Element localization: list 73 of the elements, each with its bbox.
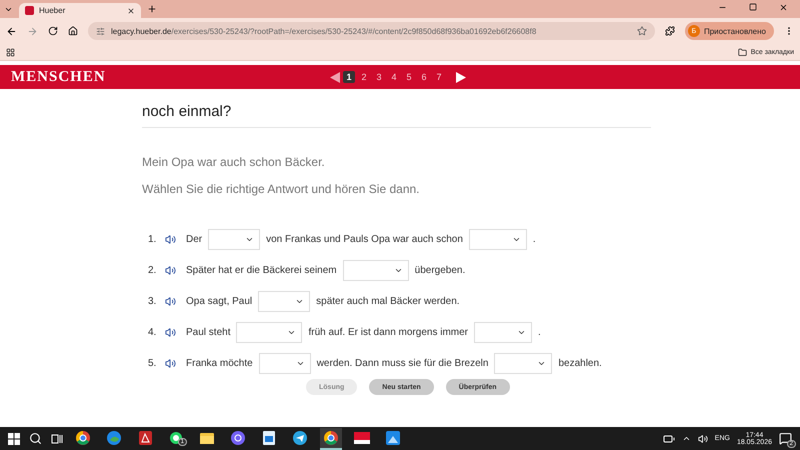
logo: MENSCHEN xyxy=(11,68,106,86)
site-icon xyxy=(25,6,34,15)
item-number: 5. xyxy=(148,358,158,369)
chevron-down-icon xyxy=(245,235,254,244)
sentence-text: Der xyxy=(186,234,202,245)
audio-icon[interactable] xyxy=(165,358,176,369)
sentence-text: . xyxy=(538,327,541,338)
sentence-text: früh auf. Er ist dann morgens immer xyxy=(308,327,468,338)
item-number: 4. xyxy=(148,327,158,338)
paper-plane-icon[interactable] xyxy=(293,430,307,444)
folder-icon xyxy=(738,48,747,56)
bookmark-star-icon[interactable] xyxy=(636,26,647,36)
next-icon[interactable] xyxy=(456,72,466,82)
apps-icon[interactable] xyxy=(6,48,15,56)
site-settings-icon[interactable] xyxy=(96,26,105,36)
battery-icon xyxy=(662,432,675,444)
start-icon[interactable] xyxy=(8,432,20,444)
browser-tab[interactable]: Hueber xyxy=(19,3,141,18)
chevron-down-icon xyxy=(512,235,521,244)
page-number[interactable]: 4 xyxy=(388,71,400,83)
close-icon[interactable] xyxy=(127,6,135,14)
sentence-text: . xyxy=(532,234,536,245)
notifications-icon[interactable] xyxy=(779,432,792,445)
document-icon[interactable] xyxy=(263,430,275,444)
phone-chat-icon[interactable] xyxy=(231,430,245,444)
item-number: 1. xyxy=(148,234,158,245)
page-number[interactable]: 5 xyxy=(403,71,415,83)
sentence-text: werden. Dann muss sie für die Brezeln xyxy=(316,358,488,369)
extensions-icon[interactable] xyxy=(664,26,675,36)
task-view-icon[interactable] xyxy=(51,432,63,444)
page-number[interactable]: 2 xyxy=(358,71,370,83)
page-number[interactable]: 3 xyxy=(373,71,385,83)
tab-title: Hueber xyxy=(39,6,66,15)
address-field[interactable]: legacy.hueber.de/exercises/530-25243/?rootPath=/exercises/530-25243/#/content/2c9f850d68f936ba01692eb6f26608f8 xyxy=(88,22,655,40)
photos-icon[interactable] xyxy=(386,430,400,444)
new-tab-icon[interactable] xyxy=(147,4,157,14)
instruction-text: Wählen Sie die richtige Antwort und hören Sie dann. xyxy=(142,182,421,196)
maximize-icon[interactable] xyxy=(749,2,757,10)
sentence-text: Später hat er die Bäckerei seinem xyxy=(186,265,337,276)
chevron-down-icon xyxy=(394,266,403,275)
sentence-text: übergeben. xyxy=(414,265,466,276)
sentence-text: bezahlen. xyxy=(558,358,602,369)
audio-icon[interactable] xyxy=(165,296,176,307)
sentence-text: Opa sagt, Paul xyxy=(186,296,252,307)
volume-icon[interactable] xyxy=(698,434,708,444)
audio-icon[interactable] xyxy=(165,327,176,338)
sentence-text: von Frankas und Pauls Opa war auch schon xyxy=(266,234,463,245)
page-number[interactable]: 1 xyxy=(343,71,355,83)
sentence-text: später auch mal Bäcker werden. xyxy=(316,296,460,307)
page-number[interactable]: 6 xyxy=(418,71,430,83)
item-number: 2. xyxy=(148,265,158,276)
url-text: legacy.hueber.de/exercises/530-25243/?rootPath=/exercises/530-25243/#/content/2c9f850d68f936ba01692eb6f26608f8 xyxy=(111,26,536,36)
intro-text: Mein Opa war auch schon Bäcker. xyxy=(142,155,326,169)
chevron-down-icon xyxy=(295,297,304,306)
chevron-down-icon xyxy=(537,359,546,368)
close-icon[interactable] xyxy=(779,2,788,12)
reload-icon[interactable] xyxy=(48,26,58,36)
search-icon[interactable] xyxy=(29,432,42,445)
exercise-title: noch einmal? xyxy=(142,103,651,128)
previous-icon[interactable] xyxy=(330,72,340,82)
chevron-down-icon xyxy=(296,359,305,368)
chevron-down-icon xyxy=(517,328,526,337)
audio-icon[interactable] xyxy=(165,265,176,276)
item-number: 3. xyxy=(148,296,158,307)
home-icon[interactable] xyxy=(68,26,78,36)
sentence-text: Franka möchte xyxy=(186,358,253,369)
sentence-text: Paul steht xyxy=(186,327,230,338)
back-icon[interactable] xyxy=(6,26,17,36)
audio-icon[interactable] xyxy=(165,234,176,245)
page-number[interactable]: 7 xyxy=(433,71,445,83)
folder-icon[interactable] xyxy=(200,432,214,444)
profile-label: Приостановлено xyxy=(704,26,766,36)
chevron-down-icon xyxy=(287,328,296,337)
